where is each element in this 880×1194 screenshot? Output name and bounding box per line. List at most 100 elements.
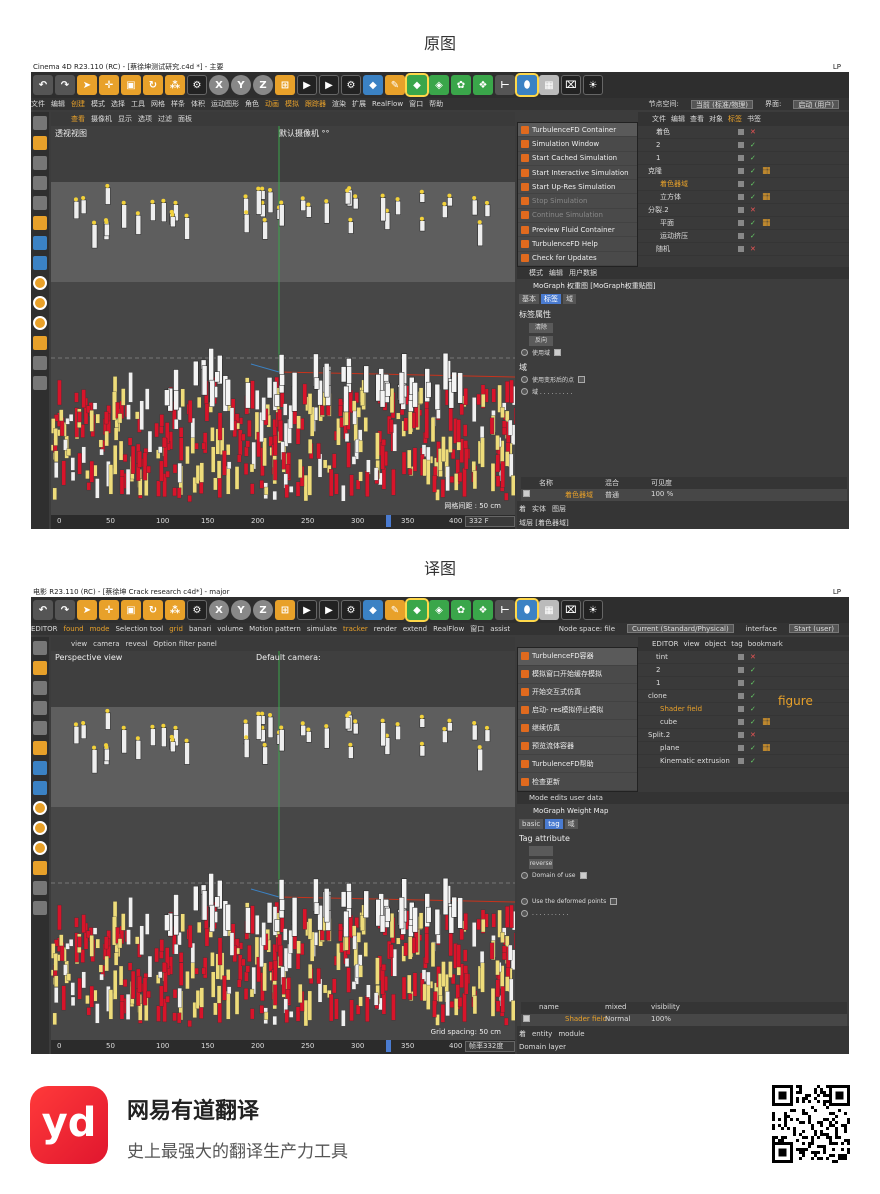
menu-item[interactable]: 创建: [71, 99, 85, 109]
subdivision-icon[interactable]: ◆: [405, 598, 429, 622]
x-axis-icon[interactable]: X: [209, 600, 229, 620]
object-row[interactable]: Shader field ✓: [638, 703, 849, 716]
object-row[interactable]: 平面 ✓ ▦: [638, 217, 849, 230]
render-settings-icon[interactable]: ⚙: [341, 75, 361, 95]
layer-label-3[interactable]: 图层: [552, 504, 566, 514]
enable-icon[interactable]: ✕: [750, 128, 756, 136]
world-coord-icon[interactable]: ⊞: [275, 600, 295, 620]
menu-item[interactable]: 过滤: [158, 114, 172, 124]
turbulence-menu-item[interactable]: 继续仿真: [518, 720, 637, 738]
menu-item[interactable]: 样条: [171, 99, 185, 109]
layer-label-2[interactable]: 实体: [532, 504, 546, 514]
checker-icon[interactable]: [33, 661, 47, 675]
render-picture-icon[interactable]: ▶: [319, 600, 339, 620]
row-blend[interactable]: 普通: [605, 490, 619, 500]
move-icon[interactable]: ✛: [99, 600, 119, 620]
magnet-icon[interactable]: [33, 861, 47, 875]
menu-item[interactable]: 编辑: [51, 99, 65, 109]
menu-item[interactable]: 对象: [709, 114, 723, 124]
object-row[interactable]: 克隆 ✓ ▦: [638, 165, 849, 178]
subdivision-icon[interactable]: ◆: [405, 73, 429, 97]
select-icon[interactable]: ➤: [77, 600, 97, 620]
edge-mode-icon[interactable]: [33, 701, 47, 715]
interface-select[interactable]: 启动 (用户): [793, 99, 839, 109]
menu-item[interactable]: 模式: [529, 268, 543, 278]
coord-icon[interactable]: ⁂: [165, 75, 185, 95]
object-row[interactable]: plane ✓ ▦: [638, 742, 849, 755]
menu-item[interactable]: 文件: [31, 99, 45, 109]
model-mode-icon[interactable]: [33, 216, 47, 230]
turbulence-menu-item[interactable]: 检查更新: [518, 773, 637, 791]
camera-icon[interactable]: ⌧: [561, 600, 581, 620]
cloner-icon[interactable]: ✿: [451, 600, 471, 620]
visibility-icon[interactable]: [738, 155, 744, 161]
tag-icon[interactable]: ▦: [762, 218, 771, 228]
scale-icon[interactable]: ▣: [121, 600, 141, 620]
undo-icon[interactable]: ↶: [33, 600, 53, 620]
redo-icon[interactable]: ↷: [55, 75, 75, 95]
visibility-icon[interactable]: [738, 680, 744, 686]
enable-icon[interactable]: ✓: [750, 141, 756, 149]
attr-tab[interactable]: 域: [563, 294, 576, 304]
object-row[interactable]: 运动挤压 ✓: [638, 230, 849, 243]
visibility-icon[interactable]: [738, 129, 744, 135]
timeline-cursor[interactable]: [386, 515, 391, 527]
enable-icon[interactable]: ✓: [750, 705, 756, 713]
menu-item[interactable]: extend: [403, 625, 427, 633]
x-axis-icon[interactable]: X: [209, 75, 229, 95]
menu-item[interactable]: Selection tool: [115, 625, 163, 633]
menu-item[interactable]: 编辑: [549, 268, 563, 278]
object-row[interactable]: 分裂.2 ✕: [638, 204, 849, 217]
object-row[interactable]: 立方体 ✓ ▦: [638, 191, 849, 204]
checker2-icon[interactable]: [33, 901, 47, 915]
checker-icon[interactable]: [33, 136, 47, 150]
make-editable-icon[interactable]: [33, 641, 47, 655]
z-axis-icon[interactable]: Z: [253, 75, 273, 95]
axis-lock-icon[interactable]: [33, 316, 47, 330]
visibility-icon[interactable]: [738, 693, 744, 699]
menu-item[interactable]: 体积: [191, 99, 205, 109]
visibility-icon[interactable]: [738, 706, 744, 712]
rotate-icon[interactable]: ↻: [143, 600, 163, 620]
enable-icon[interactable]: ✓: [750, 666, 756, 674]
object-row[interactable]: 2 ✓: [638, 139, 849, 152]
turbulence-menu-item[interactable]: 模拟窗口开始缓存模拟: [518, 666, 637, 684]
snap-icon[interactable]: [33, 276, 47, 290]
menu-item[interactable]: camera: [93, 640, 119, 648]
menu-item[interactable]: 模式: [91, 99, 105, 109]
menu-item[interactable]: EDITOR: [31, 625, 58, 633]
turbulence-menu-item[interactable]: TurbulenceFD帮助: [518, 755, 637, 774]
radio-icon[interactable]: [521, 387, 528, 395]
texture-mode-icon[interactable]: [33, 236, 47, 250]
field-icon[interactable]: ⬮: [515, 73, 539, 97]
use-field-checkbox[interactable]: [554, 348, 562, 356]
menu-item[interactable]: view: [71, 640, 87, 648]
y-axis-icon[interactable]: Y: [231, 75, 251, 95]
menu-item[interactable]: RealFlow: [372, 100, 403, 108]
menu-item[interactable]: 书签: [747, 114, 761, 124]
move-icon[interactable]: ✛: [99, 75, 119, 95]
visibility-icon[interactable]: [738, 732, 744, 738]
visibility-icon[interactable]: [738, 745, 744, 751]
object-row[interactable]: Kinematic extrusion ✓: [638, 755, 849, 768]
menu-item[interactable]: 窗口: [409, 99, 423, 109]
pen-icon[interactable]: ✎: [385, 600, 405, 620]
menu-item[interactable]: assist: [490, 625, 510, 633]
enable-icon[interactable]: ✓: [750, 718, 756, 726]
object-row[interactable]: Split.2 ✕: [638, 729, 849, 742]
enable-icon[interactable]: ✓: [750, 692, 756, 700]
y-axis-icon[interactable]: Y: [231, 600, 251, 620]
enable-icon[interactable]: ✕: [750, 206, 756, 214]
menu-item[interactable]: 扩展: [352, 99, 366, 109]
tag-icon[interactable]: ▦: [762, 192, 771, 202]
menu-item[interactable]: EDITOR: [652, 640, 679, 648]
attr-tab[interactable]: tag: [545, 819, 563, 829]
object-row[interactable]: 随机 ✕: [638, 243, 849, 256]
enable-icon[interactable]: ✓: [750, 744, 756, 752]
field-list-row[interactable]: Shader field Normal 100%: [521, 1014, 847, 1026]
menu-item[interactable]: 帮助: [429, 99, 443, 109]
menu-item[interactable]: 选择: [111, 99, 125, 109]
field-icon[interactable]: ⬮: [515, 598, 539, 622]
tag-icon[interactable]: ▦: [762, 743, 771, 753]
undo-icon[interactable]: ↶: [33, 75, 53, 95]
